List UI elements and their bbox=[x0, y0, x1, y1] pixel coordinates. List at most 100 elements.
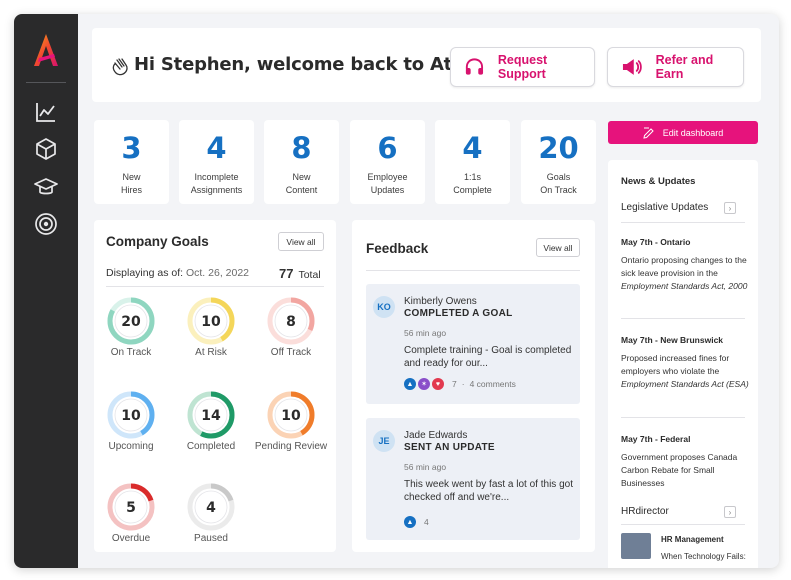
news-item-italic: Employment Standards Act, 2000 bbox=[621, 280, 748, 291]
stat-label-line: New bbox=[292, 172, 311, 182]
company-goals-panel: Company Goals View all Displaying as of:… bbox=[94, 220, 336, 552]
gauge-ring: 10 bbox=[267, 391, 315, 439]
stat-card-employee-updates[interactable]: 6 Employee Updates bbox=[350, 120, 425, 204]
divider bbox=[621, 222, 745, 223]
chevron-right-icon[interactable]: › bbox=[724, 506, 736, 518]
megaphone-icon bbox=[622, 59, 642, 75]
feedback-item[interactable]: JE Jade Edwards SENT AN UPDATE 56 min ag… bbox=[366, 418, 580, 540]
gauge-label: Upcoming bbox=[108, 441, 154, 452]
stat-card-one-on-ones[interactable]: 4 1:1s Complete bbox=[435, 120, 510, 204]
refer-and-earn-label: Refer and Earn bbox=[655, 53, 714, 81]
news-updates-panel: News & Updates Legislative Updates › May… bbox=[608, 160, 758, 568]
request-support-button[interactable]: Request Support bbox=[450, 47, 595, 87]
stat-label-line: Content bbox=[285, 185, 318, 195]
feedback-panel: Feedback View all KO Kimberly Owens COMP… bbox=[352, 220, 595, 552]
thumbs-up-icon: ▲ bbox=[404, 378, 416, 390]
goal-gauge-completed[interactable]: 14 Completed bbox=[171, 390, 251, 452]
stat-value: 3 bbox=[121, 131, 142, 165]
gauge-value: 10 bbox=[121, 408, 141, 424]
gauge-value: 4 bbox=[206, 500, 216, 516]
news-item-text[interactable]: Proposed increased fines for employers w… bbox=[621, 352, 749, 390]
stat-label-line: On Track bbox=[540, 185, 577, 195]
sidebar bbox=[14, 14, 78, 568]
target-icon[interactable] bbox=[34, 212, 58, 236]
goal-gauge-on-track[interactable]: 20 On Track bbox=[91, 296, 171, 358]
gauge-value: 8 bbox=[286, 314, 296, 330]
gauge-ring: 4 bbox=[187, 483, 235, 531]
article-title[interactable]: When Technology Fails: bbox=[661, 552, 746, 561]
news-item-text[interactable]: Ontario proposing changes to the sick le… bbox=[621, 254, 749, 292]
news-item-text[interactable]: Government proposes Canada Carbon Rebate… bbox=[621, 451, 749, 489]
divider bbox=[621, 318, 745, 319]
goals-total-value: 77 bbox=[279, 266, 294, 281]
stat-label-line: Hires bbox=[120, 185, 142, 195]
feedback-time: 56 min ago bbox=[404, 462, 447, 472]
goals-total-label: Total bbox=[298, 269, 321, 281]
feedback-reactions[interactable]: ▲ 4 bbox=[404, 516, 429, 528]
avatar: JE bbox=[373, 430, 395, 452]
stat-card-new-hires[interactable]: 3 New Hires bbox=[94, 120, 169, 204]
news-item-date: May 7th - Ontario bbox=[621, 237, 691, 247]
stat-label-line: Incomplete bbox=[194, 172, 239, 182]
sidebar-divider bbox=[26, 82, 66, 83]
heart-icon: ♥ bbox=[432, 378, 444, 390]
feedback-reactions[interactable]: ▲ ✶ ♥ 7 · 4 comments bbox=[404, 378, 516, 390]
comment-count[interactable]: 4 comments bbox=[470, 379, 516, 389]
headset-icon bbox=[465, 58, 484, 75]
graduation-cap-icon[interactable] bbox=[34, 175, 58, 199]
atlas-logo-icon[interactable] bbox=[30, 32, 62, 68]
feedback-title: Feedback bbox=[366, 241, 429, 256]
hrdirector-heading[interactable]: HRdirector bbox=[621, 506, 669, 517]
stat-value: 20 bbox=[538, 131, 579, 165]
stat-card-incomplete-assignments[interactable]: 4 Incomplete Assignments bbox=[179, 120, 254, 204]
gauge-ring: 20 bbox=[107, 297, 155, 345]
gauge-ring: 14 bbox=[187, 391, 235, 439]
goal-gauge-pending-review[interactable]: 10 Pending Review bbox=[251, 390, 331, 452]
gauge-value: 10 bbox=[281, 408, 301, 424]
welcome-banner: Hi Stephen, welcome back to Atlas Reques… bbox=[92, 28, 761, 102]
edit-dashboard-label: Edit dashboard bbox=[662, 127, 724, 138]
main-content: Hi Stephen, welcome back to Atlas Reques… bbox=[78, 14, 779, 568]
feedback-item[interactable]: KO Kimberly Owens COMPLETED A GOAL 56 mi… bbox=[366, 284, 580, 404]
gauge-value: 10 bbox=[201, 314, 221, 330]
stat-card-new-content[interactable]: 8 New Content bbox=[264, 120, 339, 204]
news-item-body: Government proposes Canada Carbon Rebate… bbox=[621, 452, 738, 488]
gauge-value: 14 bbox=[201, 408, 221, 424]
stat-value: 4 bbox=[462, 131, 483, 165]
stat-value: 8 bbox=[291, 131, 312, 165]
gauge-label: At Risk bbox=[195, 347, 227, 358]
goals-view-all-button[interactable]: View all bbox=[278, 232, 324, 251]
goal-gauge-paused[interactable]: 4 Paused bbox=[171, 482, 251, 544]
feedback-view-all-button[interactable]: View all bbox=[536, 238, 580, 257]
cube-icon[interactable] bbox=[34, 137, 58, 161]
gauge-label: Paused bbox=[194, 533, 228, 544]
analytics-chart-icon[interactable] bbox=[34, 100, 58, 124]
chevron-right-icon[interactable]: › bbox=[724, 202, 736, 214]
article-thumbnail[interactable] bbox=[621, 533, 651, 559]
news-item-body: Proposed increased fines for employers w… bbox=[621, 353, 730, 376]
feedback-action: SENT AN UPDATE bbox=[404, 442, 495, 453]
gauge-ring: 5 bbox=[107, 483, 155, 531]
stat-value: 6 bbox=[377, 131, 398, 165]
legislative-updates-heading[interactable]: Legislative Updates bbox=[621, 202, 708, 213]
stat-card-goals-on-track[interactable]: 20 Goals On Track bbox=[521, 120, 596, 204]
goal-gauge-at-risk[interactable]: 10 At Risk bbox=[171, 296, 251, 358]
displaying-as-of: Displaying as of: Oct. 26, 2022 bbox=[106, 267, 249, 279]
goal-gauge-off-track[interactable]: 8 Off Track bbox=[251, 296, 331, 358]
gauge-ring: 8 bbox=[267, 297, 315, 345]
reaction-count: 7 bbox=[452, 379, 457, 389]
goal-gauge-upcoming[interactable]: 10 Upcoming bbox=[91, 390, 171, 452]
news-item-date: May 7th - New Brunswick bbox=[621, 335, 724, 345]
divider bbox=[106, 286, 324, 287]
edit-pencil-icon bbox=[643, 127, 654, 139]
stat-label-line: New bbox=[122, 172, 141, 182]
news-item-italic: Employment Standards Act (ESA) bbox=[621, 378, 749, 389]
waving-hand-icon bbox=[112, 58, 128, 76]
refer-and-earn-button[interactable]: Refer and Earn bbox=[607, 47, 744, 87]
edit-dashboard-button[interactable]: Edit dashboard bbox=[608, 121, 758, 144]
stat-label-line: Goals bbox=[546, 172, 571, 182]
gauge-ring: 10 bbox=[107, 391, 155, 439]
gauge-label: Completed bbox=[186, 441, 236, 452]
app-window: Hi Stephen, welcome back to Atlas Reques… bbox=[14, 14, 779, 568]
goal-gauge-overdue[interactable]: 5 Overdue bbox=[91, 482, 171, 544]
